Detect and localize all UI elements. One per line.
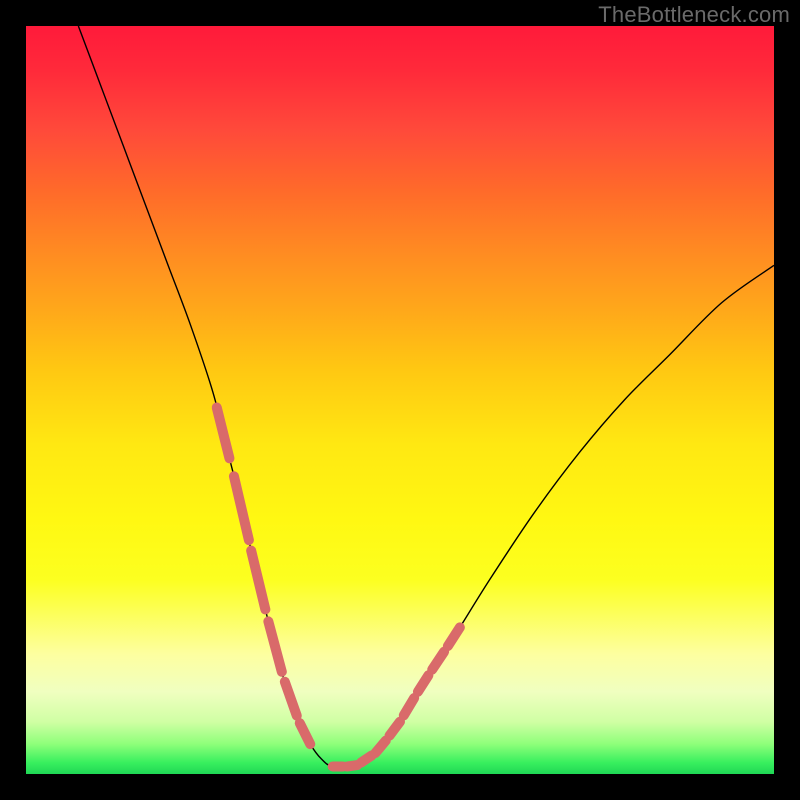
marker-segment <box>285 682 297 716</box>
marker-segment <box>234 476 249 540</box>
marker-segment <box>251 551 265 610</box>
marker-segment <box>217 407 230 458</box>
watermark-text: TheBottleneck.com <box>598 2 790 28</box>
marker-segment <box>418 675 428 691</box>
marker-segment <box>300 723 310 744</box>
marker-segment <box>347 765 357 766</box>
marker-segment <box>404 698 414 715</box>
marker-segment <box>361 756 371 763</box>
marker-segment <box>448 627 460 646</box>
chart-frame: TheBottleneck.com <box>0 0 800 800</box>
marker-segments <box>217 407 460 766</box>
marker-segment <box>375 741 385 753</box>
chart-svg <box>26 26 774 774</box>
marker-segment <box>268 621 281 671</box>
chart-plot-area <box>26 26 774 774</box>
marker-segment <box>390 722 400 736</box>
marker-segment <box>432 652 444 670</box>
bottleneck-curve <box>78 26 774 768</box>
